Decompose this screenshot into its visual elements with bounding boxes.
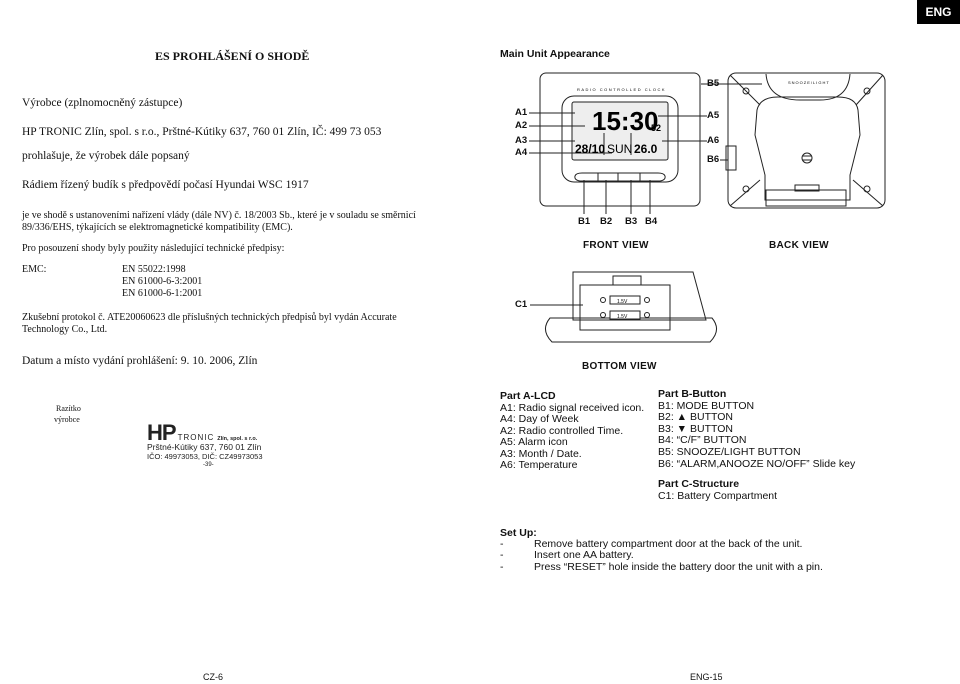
part-a-list: Part A-LCD A1: Radio signal received ico… <box>500 390 644 472</box>
list-item: B2: ▲ BUTTON <box>658 411 733 423</box>
callout-c1: C1 <box>515 299 528 310</box>
callout-a4: A4 <box>515 147 528 158</box>
page-number-right: ENG-15 <box>690 672 723 682</box>
lcd-day: SUN <box>607 142 632 156</box>
part-b-title: Part B-Button <box>658 388 727 400</box>
list-item: Remove battery compartment door at the b… <box>534 538 803 550</box>
callout-a2: A2 <box>515 120 528 131</box>
part-b-list: Part B-Button B1: MODE BUTTON B2: ▲ BUTT… <box>658 388 856 471</box>
setup-title: Set Up: <box>500 527 537 539</box>
setup-list: - Remove battery compartment door at the … <box>500 538 823 573</box>
bullet: - <box>500 538 504 550</box>
bullet: - <box>500 560 504 573</box>
callout-b1: B1 <box>578 216 591 227</box>
callout-b4: B4 <box>645 216 658 227</box>
callout-b5: B5 <box>707 78 720 89</box>
front-view-label: FRONT VIEW <box>583 240 649 251</box>
list-item: A5: Alarm icon <box>500 436 568 448</box>
callout-b6: B6 <box>707 154 720 165</box>
list-item: Insert one AA battery. <box>534 549 634 562</box>
list-item: A4: Day of Week <box>500 413 579 425</box>
callout-a1: A1 <box>515 107 528 118</box>
bullet: - <box>500 549 504 562</box>
list-item: B4: “C/F” BUTTON <box>658 434 747 446</box>
callout-a3: A3 <box>515 135 528 146</box>
callout-b2: B2 <box>600 216 613 227</box>
battery-label: 1.5V <box>617 314 628 320</box>
list-item: B5: SNOOZE/LIGHT BUTTON <box>658 445 801 458</box>
back-battery-door <box>765 189 847 207</box>
battery-label: 1.5V <box>617 299 628 305</box>
front-buttons-bar <box>574 172 666 182</box>
battery-compartment <box>579 284 671 331</box>
list-item: Press “RESET” hole inside the battery do… <box>534 560 823 573</box>
callout-b3: B3 <box>625 216 638 227</box>
part-c-list: Part C-Structure C1: Battery Compartment <box>658 478 778 502</box>
snooze-label: SNOOZE/LIGHT <box>788 80 830 85</box>
snooze-light-button <box>765 73 851 101</box>
lcd-time: 15:30 <box>592 106 659 136</box>
lcd-date: 28/10 <box>575 142 605 156</box>
back-view-label: BACK VIEW <box>769 240 829 251</box>
main-unit-diagram: 15:30 52 28/10 SUN 26.0 RADIO CONTROLLED… <box>529 72 886 343</box>
list-item: A6: Temperature <box>500 459 578 471</box>
part-c-title: Part C-Structure <box>658 478 740 490</box>
list-item: C1: Battery Compartment <box>658 489 778 502</box>
lcd-seconds: 52 <box>651 123 661 133</box>
callout-a5: A5 <box>707 110 720 121</box>
part-a-title: Part A-LCD <box>500 390 556 402</box>
front-title: RADIO CONTROLLED CLOCK <box>577 87 666 92</box>
lcd-temp: 26.0 <box>634 142 658 156</box>
callout-a6: A6 <box>707 135 720 146</box>
list-item: B6: “ALARM,ANOOZE NO/OFF” Slide key <box>658 458 856 470</box>
bottom-view-label: BOTTOM VIEW <box>582 361 657 372</box>
